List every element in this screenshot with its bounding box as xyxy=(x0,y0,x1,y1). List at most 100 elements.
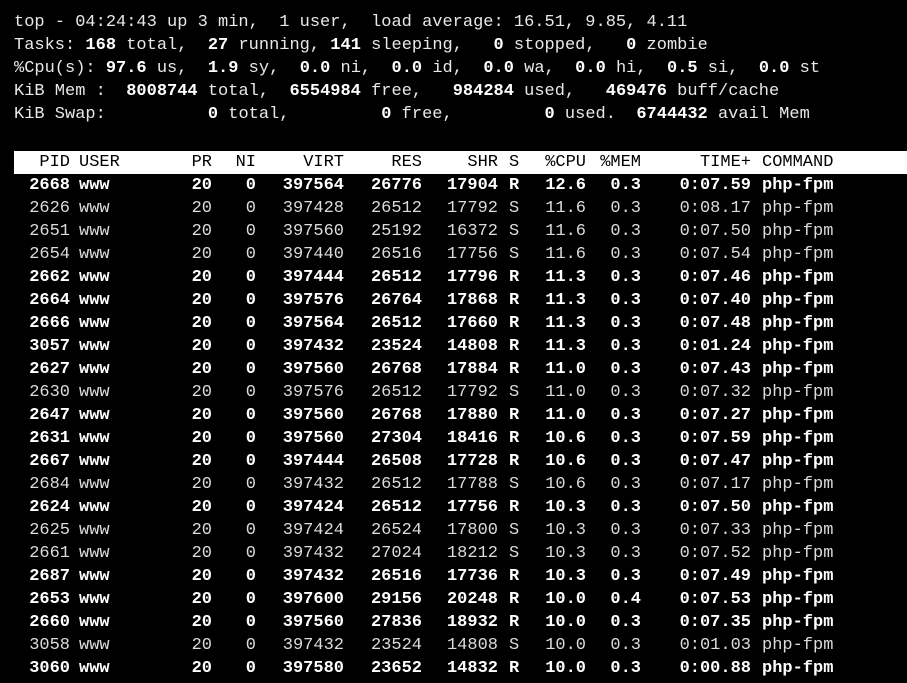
table-row[interactable]: 3057 www 20 0 397432 23524 14808 R 11.3 0.3 0:01.2… xyxy=(14,335,907,358)
cell-command: php-fpm xyxy=(762,337,834,356)
cell-pr: 20 xyxy=(191,245,212,264)
cell-res: 26516 xyxy=(370,567,422,586)
table-row[interactable]: 2684 www 20 0 397432 26512 17788 S 10.6 0.3 0:07.1… xyxy=(14,473,907,496)
table-row[interactable]: 2627 www 20 0 397560 26768 17884 R 11.0 0.3 0:07.4… xyxy=(14,358,907,381)
table-row[interactable]: 2667 www 20 0 397444 26508 17728 R 10.6 0.3 0:07.4… xyxy=(14,450,907,473)
cell-command: php-fpm xyxy=(762,406,834,425)
table-row[interactable]: 2651 www 20 0 397560 25192 16372 S 11.6 0.3 0:07.5… xyxy=(14,220,907,243)
cell-pid: 2626 xyxy=(29,199,70,218)
cell-mem: 0.3 xyxy=(610,222,641,241)
cell-command: php-fpm xyxy=(762,268,834,287)
table-row[interactable]: 2666 www 20 0 397564 26512 17660 R 11.3 0.3 0:07.4… xyxy=(14,312,907,335)
cell-shr: 17788 xyxy=(446,475,498,494)
cell-shr: 18416 xyxy=(446,429,498,448)
cell-command: php-fpm xyxy=(762,291,834,310)
cell-shr: 20248 xyxy=(446,590,498,609)
cell-user: www xyxy=(79,291,110,310)
cell-state: S xyxy=(509,199,520,218)
cell-pid: 3058 xyxy=(29,636,70,655)
table-row[interactable]: 2664 www 20 0 397576 26764 17868 R 11.3 0.3 0:07.4… xyxy=(14,289,907,312)
cell-cpu: 10.0 xyxy=(545,590,586,609)
cell-pr: 20 xyxy=(191,314,212,333)
table-row[interactable]: 2654 www 20 0 397440 26516 17756 S 11.6 0.3 0:07.5… xyxy=(14,243,907,266)
cell-shr: 14832 xyxy=(446,659,498,678)
cell-res: 27304 xyxy=(370,429,422,448)
cell-shr: 17884 xyxy=(446,360,498,379)
cell-res: 26512 xyxy=(370,199,422,218)
memory-line: KiB Mem : 8008744 total, 6554984 free, 9… xyxy=(14,82,780,101)
cell-user: www xyxy=(79,176,110,195)
cell-res: 29156 xyxy=(370,590,422,609)
process-table-header: PID USER PR NI VIRT RES SHR S %CPU %MEM TIME+ COMMA… xyxy=(14,151,907,174)
cell-user: www xyxy=(79,590,110,609)
table-row[interactable]: 2625 www 20 0 397424 26524 17800 S 10.3 0.3 0:07.3… xyxy=(14,519,907,542)
cell-res: 27836 xyxy=(370,613,422,632)
table-row[interactable]: 2661 www 20 0 397432 27024 18212 S 10.3 0.3 0:07.5… xyxy=(14,542,907,565)
cell-pr: 20 xyxy=(191,452,212,471)
column-header-res: RES xyxy=(391,153,422,172)
cell-mem: 0.4 xyxy=(610,590,641,609)
cell-ni: 0 xyxy=(245,222,256,241)
cell-virt: 397560 xyxy=(282,429,344,448)
cell-pid: 2661 xyxy=(29,544,70,563)
cell-pid: 3057 xyxy=(29,337,70,356)
cell-virt: 397424 xyxy=(282,521,344,540)
table-row[interactable]: 3058 www 20 0 397432 23524 14808 S 10.0 0.3 0:01.0… xyxy=(14,634,907,657)
cell-cpu: 10.3 xyxy=(545,567,586,586)
cell-virt: 397576 xyxy=(282,291,344,310)
cell-pr: 20 xyxy=(191,613,212,632)
column-header-user: USER xyxy=(79,153,120,172)
tasks-sleeping: 141 xyxy=(330,36,361,55)
table-row[interactable]: 2653 www 20 0 397600 29156 20248 R 10.0 0.4 0:07.5… xyxy=(14,588,907,611)
cell-virt: 397576 xyxy=(282,383,344,402)
cell-res: 27024 xyxy=(370,544,422,563)
terminal-window[interactable]: top - 04:24:43 up 3 min, 1 user, load av… xyxy=(0,0,907,683)
table-row[interactable]: 2624 www 20 0 397424 26512 17756 R 10.3 0.3 0:07.5… xyxy=(14,496,907,519)
cell-state: R xyxy=(509,590,520,609)
cell-user: www xyxy=(79,659,110,678)
column-header-pr: PR xyxy=(191,153,212,172)
table-row[interactable]: 2660 www 20 0 397560 27836 18932 R 10.0 0.3 0:07.3… xyxy=(14,611,907,634)
cell-shr: 17880 xyxy=(446,406,498,425)
cell-shr: 17904 xyxy=(446,176,498,195)
cell-command: php-fpm xyxy=(762,245,834,264)
cell-time: 0:07.27 xyxy=(679,406,751,425)
column-header-virt: VIRT xyxy=(303,153,344,172)
cell-res: 26512 xyxy=(370,314,422,333)
cell-pr: 20 xyxy=(191,268,212,287)
cell-mem: 0.3 xyxy=(610,521,641,540)
cell-user: www xyxy=(79,199,110,218)
cell-res: 23524 xyxy=(370,636,422,655)
cell-command: php-fpm xyxy=(762,613,834,632)
cell-cpu: 10.6 xyxy=(545,429,586,448)
cell-cpu: 11.3 xyxy=(545,268,586,287)
cell-ni: 0 xyxy=(245,498,256,517)
cell-cpu: 11.6 xyxy=(545,222,586,241)
cell-virt: 397432 xyxy=(282,475,344,494)
table-row[interactable]: 2631 www 20 0 397560 27304 18416 R 10.6 0.3 0:07.5… xyxy=(14,427,907,450)
table-row[interactable]: 3060 www 20 0 397580 23652 14832 R 10.0 0.3 0:00.8… xyxy=(14,657,907,680)
cell-res: 23524 xyxy=(370,337,422,356)
cell-ni: 0 xyxy=(245,590,256,609)
table-row[interactable]: 2630 www 20 0 397576 26512 17792 S 11.0 0.3 0:07.3… xyxy=(14,381,907,404)
table-row[interactable]: 2647 www 20 0 397560 26768 17880 R 11.0 0.3 0:07.2… xyxy=(14,404,907,427)
cell-res: 26516 xyxy=(370,245,422,264)
cell-time: 0:07.50 xyxy=(679,498,751,517)
cell-pid: 2666 xyxy=(29,314,70,333)
table-row[interactable]: 2662 www 20 0 397444 26512 17796 R 11.3 0.3 0:07.4… xyxy=(14,266,907,289)
table-row[interactable]: 2687 www 20 0 397432 26516 17736 R 10.3 0.3 0:07.4… xyxy=(14,565,907,588)
cell-ni: 0 xyxy=(245,636,256,655)
cell-time: 0:07.49 xyxy=(679,567,751,586)
cell-shr: 17728 xyxy=(446,452,498,471)
cell-state: R xyxy=(509,406,520,425)
table-row[interactable]: 2668 www 20 0 397564 26776 17904 R 12.6 0.3 0:07.5… xyxy=(14,174,907,197)
table-row[interactable]: 2626 www 20 0 397428 26512 17792 S 11.6 0.3 0:08.1… xyxy=(14,197,907,220)
cell-cpu: 11.3 xyxy=(545,291,586,310)
cell-mem: 0.3 xyxy=(610,176,641,195)
cell-command: php-fpm xyxy=(762,199,834,218)
cell-pid: 2647 xyxy=(29,406,70,425)
cell-pid: 2630 xyxy=(29,383,70,402)
cell-time: 0:07.53 xyxy=(679,590,751,609)
cell-cpu: 11.6 xyxy=(545,199,586,218)
cell-mem: 0.3 xyxy=(610,199,641,218)
